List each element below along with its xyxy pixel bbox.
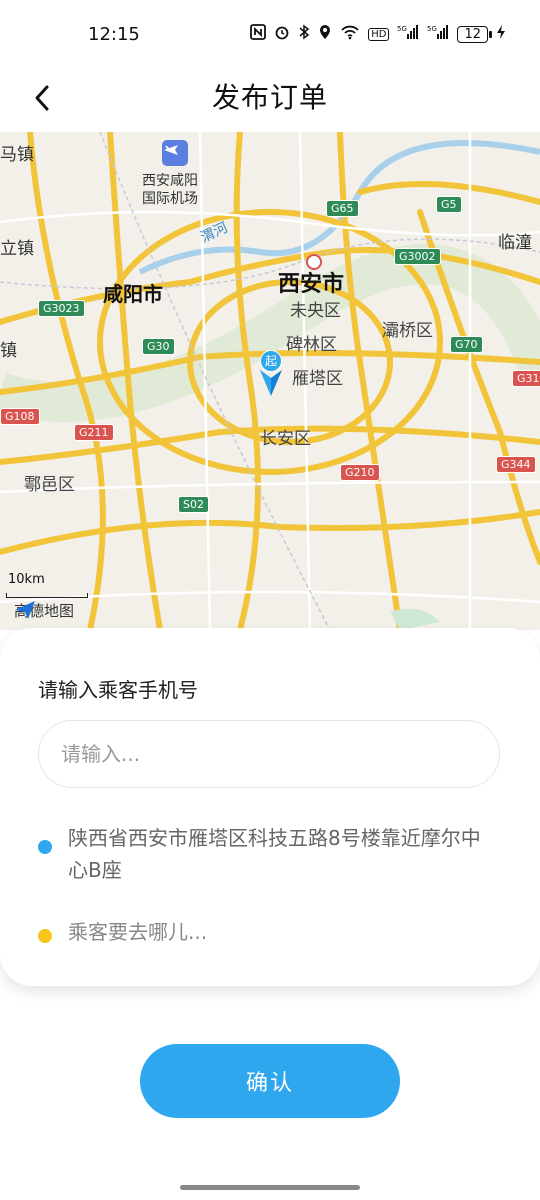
airport-icon — [162, 140, 188, 166]
map-label-xianyang: 咸阳市 — [103, 282, 163, 306]
phone-field-label: 请输入乘客手机号 — [38, 678, 198, 702]
map-label-airport: 西安咸阳 国际机场 — [142, 173, 198, 207]
passenger-phone-input[interactable] — [38, 720, 500, 788]
charging-icon — [496, 24, 506, 44]
highway-shield: G312 — [512, 370, 540, 387]
nfc-icon — [250, 24, 267, 44]
map-label-beilin: 碑林区 — [286, 335, 337, 355]
hd-icon: HD — [368, 27, 390, 41]
highway-shield: G3002 — [394, 248, 441, 265]
origin-address-text: 陕西省西安市雁塔区科技五路8号楼靠近摩尔中心B座 — [68, 826, 481, 882]
order-form-card: 请输入乘客手机号 陕西省西安市雁塔区科技五路8号楼靠近摩尔中心B座 乘客要去哪儿… — [0, 628, 540, 986]
svg-text:5G: 5G — [397, 25, 407, 33]
highway-shield: G5 — [436, 196, 462, 213]
map-label-baqiao: 灞桥区 — [382, 321, 433, 341]
status-bar: 12:15 HD 5G 5G 12 — [0, 0, 540, 70]
map-label-lintong: 临潼 — [498, 233, 532, 253]
svg-text:5G: 5G — [427, 25, 437, 33]
destination-address-row[interactable]: 乘客要去哪儿... — [38, 916, 498, 948]
amap-logo-icon — [15, 601, 35, 619]
header: 发布订单 — [0, 70, 540, 130]
map-label-weiyang: 未央区 — [290, 301, 341, 321]
map-label-zhen: 镇 — [0, 341, 17, 361]
confirm-button[interactable]: 确认 — [140, 1044, 400, 1118]
origin-dot-icon — [38, 840, 52, 854]
signal-5g-icon: 5G — [427, 24, 449, 44]
status-time: 12:15 — [88, 24, 140, 45]
highway-shield: G108 — [0, 408, 40, 425]
highway-shield: G211 — [74, 424, 114, 441]
map-label-huyi: 鄠邑区 — [24, 475, 75, 495]
alarm-icon — [274, 24, 290, 44]
map-scale-label: 10km — [8, 572, 45, 587]
location-icon — [318, 24, 332, 44]
bluetooth-icon — [298, 24, 310, 44]
map-label-xian: 西安市 — [278, 272, 345, 297]
highway-shield: G3023 — [38, 300, 85, 317]
highway-shield: S02 — [178, 496, 209, 513]
map-label-changan: 长安区 — [260, 429, 311, 449]
home-indicator[interactable] — [180, 1185, 360, 1190]
map-provider-logo: 高德地图 — [14, 600, 74, 621]
highway-shield: G70 — [450, 336, 483, 353]
highway-shield: G30 — [142, 338, 175, 355]
map-label-ma-zhen: 马镇 — [0, 145, 34, 165]
map-label-li-zhen: 立镇 — [0, 239, 34, 259]
origin-address-row[interactable]: 陕西省西安市雁塔区科技五路8号楼靠近摩尔中心B座 — [38, 822, 498, 886]
status-icons: HD 5G 5G 12 — [250, 24, 506, 44]
map-label-yanta: 雁塔区 — [292, 369, 343, 389]
wifi-icon — [340, 24, 360, 44]
location-pin-icon — [260, 370, 282, 396]
destination-dot-icon — [38, 929, 52, 943]
destination-placeholder-text: 乘客要去哪儿... — [68, 920, 208, 944]
map-scale-bar — [6, 593, 88, 598]
highway-shield: G344 — [496, 456, 536, 473]
highway-shield: G65 — [326, 200, 359, 217]
page-title: 发布订单 — [211, 81, 328, 114]
highway-shield: G210 — [340, 464, 380, 481]
map-view[interactable]: 马镇 西安咸阳 国际机场 渭河 立镇 咸阳市 西安市 未央区 碑林区 雁塔区 灞… — [0, 132, 540, 630]
battery-indicator: 12 — [457, 25, 492, 43]
signal-5g-icon: 5G — [397, 24, 419, 44]
